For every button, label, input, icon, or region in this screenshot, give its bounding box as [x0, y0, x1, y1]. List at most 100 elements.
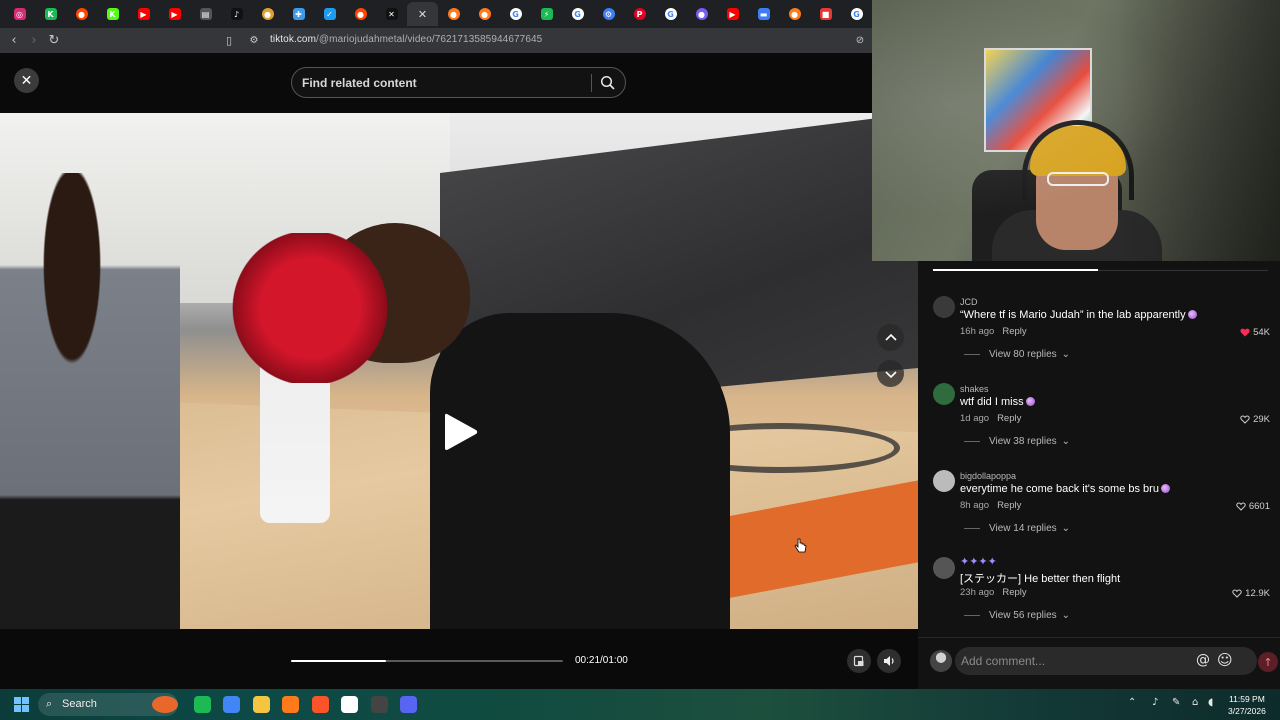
browser-tab[interactable]: ●: [779, 2, 810, 26]
mention-icon[interactable]: @: [1196, 652, 1210, 668]
site-info-icon[interactable]: ⚙: [244, 30, 264, 50]
browser-tab[interactable]: ●: [686, 2, 717, 26]
browser-tab[interactable]: ▶: [159, 2, 190, 26]
browser-tab[interactable]: ▶: [717, 2, 748, 26]
browser-tab[interactable]: G: [500, 2, 531, 26]
comment-avatar[interactable]: [933, 557, 955, 579]
back-icon[interactable]: ‹: [4, 31, 24, 51]
like-count: 54K: [1253, 327, 1270, 338]
reply-button[interactable]: Reply: [1002, 587, 1026, 598]
microphone-icon[interactable]: ♪: [1152, 697, 1158, 708]
chevron-down-icon: [884, 370, 897, 378]
taskbar-clock[interactable]: 11:59 PM 3/27/2026: [1228, 693, 1266, 717]
view-replies-button[interactable]: View 38 replies ⌄: [964, 436, 1070, 447]
replies-divider: [964, 615, 980, 616]
browser-tab[interactable]: G: [562, 2, 593, 26]
taskbar-app-game[interactable]: [152, 696, 178, 713]
browser-tab[interactable]: ■: [810, 2, 841, 26]
windows-start-icon[interactable]: [14, 697, 29, 712]
browser-tab[interactable]: ✚: [283, 2, 314, 26]
emoji-picker-icon[interactable]: ☺: [1217, 651, 1233, 669]
volume-button[interactable]: [877, 649, 901, 673]
close-tab-icon[interactable]: ✕: [418, 8, 427, 21]
browser-tab[interactable]: ▶: [128, 2, 159, 26]
comment-time: 23h ago: [960, 587, 995, 598]
youtube-icon: ▶: [168, 8, 181, 20]
browser-tab[interactable]: ⚡: [531, 2, 562, 26]
browser-tab[interactable]: K: [35, 2, 66, 26]
chevron-up-icon[interactable]: ⌃: [1128, 697, 1136, 708]
comment-avatar[interactable]: [933, 383, 955, 405]
comment-avatar[interactable]: [933, 296, 955, 318]
browser-tab[interactable]: ✕: [407, 2, 438, 26]
reply-button[interactable]: Reply: [1002, 326, 1026, 337]
taskbar-app-spotify[interactable]: [193, 696, 211, 713]
add-comment-placeholder: Add comment...: [961, 654, 1046, 668]
tab-comments-underline[interactable]: [933, 269, 1098, 271]
like-button[interactable]: 12.9K: [1232, 588, 1270, 599]
reply-button[interactable]: Reply: [997, 413, 1021, 424]
progress-bar[interactable]: [291, 660, 563, 662]
taskbar-app-files[interactable]: [252, 696, 270, 713]
browser-tab[interactable]: P: [624, 2, 655, 26]
taskbar-app-brave[interactable]: [311, 696, 329, 713]
view-replies-button[interactable]: View 80 replies ⌄: [964, 349, 1070, 360]
browser-tab[interactable]: K: [97, 2, 128, 26]
chevron-up-icon: [884, 333, 897, 341]
search-icon[interactable]: [600, 75, 616, 91]
url-field[interactable]: tiktok.com/@mariojudahmetal/video/762171…: [270, 34, 542, 45]
next-video-button[interactable]: [877, 360, 904, 387]
taskbar-app-capcut[interactable]: [341, 696, 358, 713]
comment-username[interactable]: ✦✦✦✦: [960, 555, 997, 568]
view-replies-button[interactable]: View 14 replies ⌄: [964, 523, 1070, 534]
browser-tab[interactable]: ●: [66, 2, 97, 26]
like-button[interactable]: 54K: [1240, 327, 1270, 338]
related-search-input[interactable]: Find related content: [291, 67, 626, 98]
pen-icon[interactable]: ✎: [1172, 697, 1180, 708]
browser-tab[interactable]: G: [655, 2, 686, 26]
taskbar-app-chrome[interactable]: [223, 696, 240, 713]
browser-tab[interactable]: ◎: [4, 2, 35, 26]
browser-tab[interactable]: ●: [469, 2, 500, 26]
reload-icon[interactable]: ↻: [44, 31, 64, 51]
browser-tab[interactable]: ✕: [376, 2, 407, 26]
network-icon[interactable]: ⌂: [1192, 697, 1198, 708]
comment-username[interactable]: JCD: [960, 297, 978, 307]
browser-tab[interactable]: ●: [252, 2, 283, 26]
comment-username[interactable]: shakes: [960, 384, 989, 394]
taskbar-app-discord[interactable]: [400, 696, 417, 713]
browser-tab[interactable]: ✓: [314, 2, 345, 26]
comment-avatar[interactable]: [933, 470, 955, 492]
video-frame[interactable]: [0, 113, 918, 629]
post-comment-button[interactable]: ↑: [1258, 652, 1278, 672]
reply-button[interactable]: Reply: [997, 500, 1021, 511]
extension-icon[interactable]: ⊘: [850, 30, 870, 50]
browser-tab[interactable]: ▤: [190, 2, 221, 26]
like-button[interactable]: 29K: [1240, 414, 1270, 425]
comment-username[interactable]: bigdollapoppa: [960, 471, 1016, 481]
youtube-icon: ▶: [726, 8, 739, 20]
browser-tab[interactable]: ▬: [748, 2, 779, 26]
taskbar-app-orange[interactable]: [282, 696, 299, 713]
previous-video-button[interactable]: [877, 324, 904, 351]
clock-time: 11:59 PM: [1229, 694, 1265, 704]
browser-tab[interactable]: ●: [438, 2, 469, 26]
tab-creator-videos-underline[interactable]: [1098, 270, 1268, 271]
volume-icon[interactable]: ◖: [1208, 697, 1213, 708]
bookmark-icon[interactable]: ▯: [219, 30, 239, 50]
browser-tab[interactable]: ♪: [221, 2, 252, 26]
like-count: 29K: [1253, 414, 1270, 425]
view-replies-button[interactable]: View 56 replies ⌄: [964, 610, 1070, 621]
browser-tab[interactable]: G: [841, 2, 872, 26]
play-icon[interactable]: [443, 411, 479, 453]
browser-tab[interactable]: ⚙: [593, 2, 624, 26]
forward-icon[interactable]: ›: [24, 31, 44, 51]
taskbar-app-obs[interactable]: [370, 696, 388, 713]
browser-tab[interactable]: ●: [345, 2, 376, 26]
comment-text: “Where tf is Mario Judah” in the lab app…: [960, 309, 1197, 321]
like-button[interactable]: 6601: [1236, 501, 1270, 512]
mini-player-button[interactable]: [847, 649, 871, 673]
add-comment-input[interactable]: Add comment... @ ☺: [955, 647, 1257, 675]
emoji-icon: [1160, 484, 1170, 493]
close-video-button[interactable]: ✕: [14, 68, 39, 93]
